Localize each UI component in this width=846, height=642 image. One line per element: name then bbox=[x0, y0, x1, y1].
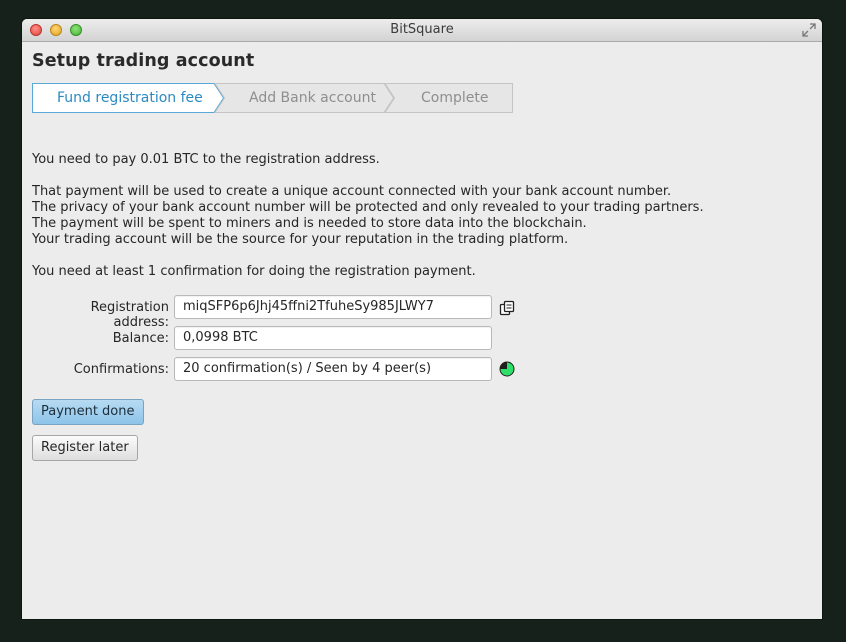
info-miners: The payment will be spent to miners and … bbox=[32, 216, 587, 231]
info-confirmation-requirement: You need at least 1 confirmation for doi… bbox=[32, 264, 476, 279]
info-unique-account: That payment will be used to create a un… bbox=[32, 184, 672, 199]
registration-address-label: Registration address: bbox=[90, 300, 169, 330]
app-window: BitSquare Setup trading account Fund reg… bbox=[22, 19, 822, 619]
confirmations-field[interactable]: 20 confirmation(s) / Seen by 4 peer(s) bbox=[174, 357, 492, 381]
info-privacy: The privacy of your bank account number … bbox=[32, 200, 704, 215]
wizard-steps: Fund registration fee Add Bank account C… bbox=[32, 83, 516, 113]
copy-icon[interactable] bbox=[499, 300, 515, 316]
balance-label: Balance: bbox=[112, 331, 169, 346]
balance-field[interactable]: 0,0998 BTC bbox=[174, 326, 492, 350]
page-title: Setup trading account bbox=[32, 51, 255, 71]
confirmation-progress-icon bbox=[499, 361, 515, 377]
main-content: Setup trading account Fund registration … bbox=[32, 41, 812, 619]
step-complete[interactable]: Complete bbox=[421, 90, 488, 106]
confirmations-label: Confirmations: bbox=[73, 362, 169, 377]
fullscreen-icon[interactable] bbox=[802, 23, 816, 37]
info-payment-amount: You need to pay 0.01 BTC to the registra… bbox=[32, 152, 380, 167]
payment-done-button[interactable]: Payment done bbox=[32, 399, 144, 425]
step-add-bank-account[interactable]: Add Bank account bbox=[249, 90, 376, 106]
step-fund-registration-fee[interactable]: Fund registration fee bbox=[57, 90, 203, 106]
window-title: BitSquare bbox=[390, 22, 454, 37]
register-later-button[interactable]: Register later bbox=[32, 435, 138, 461]
info-reputation: Your trading account will be the source … bbox=[32, 232, 569, 247]
title-bar: BitSquare bbox=[22, 19, 822, 42]
registration-address-field[interactable]: miqSFP6p6Jhj45ffni2TfuheSy985JLWY7 bbox=[174, 295, 492, 319]
